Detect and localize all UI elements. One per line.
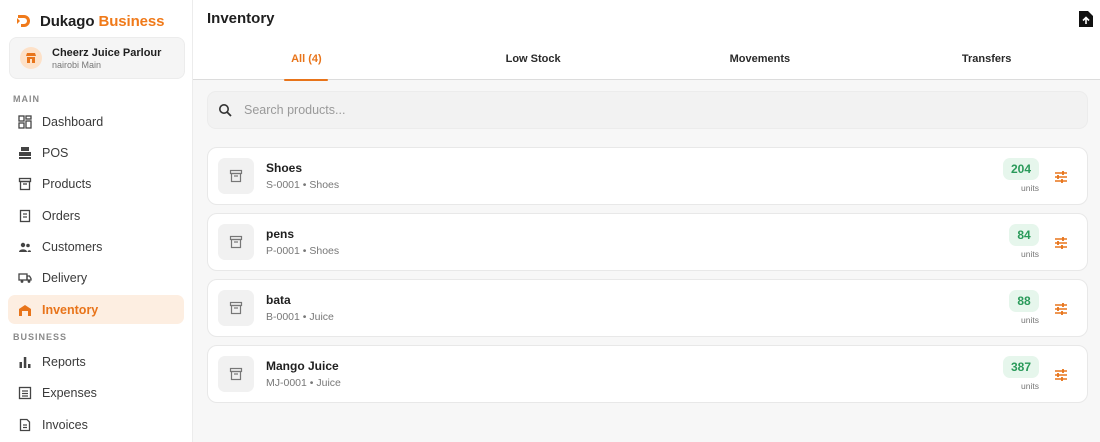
tab-bar: All (4) Low Stock Movements Transfers	[193, 46, 1100, 80]
reports-icon	[19, 356, 31, 368]
store-icon	[20, 47, 42, 69]
stock-quantity: 204 units	[1002, 158, 1039, 193]
dashboard-icon	[18, 114, 32, 129]
search-input[interactable]	[244, 103, 844, 117]
sidebar-item-expenses[interactable]: Expenses	[8, 379, 184, 408]
stock-quantity: 88 units	[1009, 290, 1039, 325]
sidebar-item-delivery[interactable]: Delivery	[8, 264, 184, 293]
stock-unit: units	[1021, 315, 1039, 325]
product-sku-category: S-0001 • Shoes	[266, 179, 340, 191]
store-branch: nairobi Main	[52, 59, 102, 70]
adjust-stock-icon[interactable]	[1053, 235, 1069, 251]
stock-unit: units	[1021, 381, 1039, 391]
product-box-icon	[218, 356, 254, 392]
app-root: Dukago Business Cheerz Juice Parlour nai…	[0, 0, 1100, 442]
delivery-icon	[18, 273, 32, 284]
adjust-stock-icon[interactable]	[1053, 169, 1069, 185]
brand-logo-icon	[17, 15, 30, 27]
export-file-icon[interactable]	[1078, 10, 1094, 28]
brand-name-part2: Business	[98, 12, 165, 30]
product-name: bata	[266, 293, 291, 307]
sidebar-item-customers[interactable]: Customers	[8, 233, 184, 262]
product-sku-category: MJ-0001 • Juice	[266, 377, 341, 389]
product-name: pens	[266, 227, 295, 241]
search-icon	[219, 104, 232, 117]
sidebar-item-label: Delivery	[42, 271, 88, 286]
tab-transfers[interactable]: Transfers	[873, 46, 1100, 80]
adjust-stock-icon[interactable]	[1053, 367, 1069, 383]
invoices-icon	[19, 418, 31, 431]
tab-all[interactable]: All (4)	[193, 46, 420, 80]
tab-movements[interactable]: Movements	[647, 46, 874, 80]
sidebar-item-products[interactable]: Products	[8, 170, 184, 199]
sidebar-item-label: Products	[42, 177, 92, 192]
main-content: Inventory All (4) Low Stock Movements Tr…	[193, 0, 1100, 442]
sidebar-item-inventory[interactable]: Inventory	[8, 295, 184, 325]
sidebar-item-pos[interactable]: POS	[8, 138, 184, 167]
brand-name: Dukago Business	[40, 13, 164, 30]
sidebar-item-label: Expenses	[42, 386, 97, 401]
product-box-icon	[218, 158, 254, 194]
store-switcher[interactable]: Cheerz Juice Parlour nairobi Main	[9, 37, 185, 79]
list-item[interactable]: Mango Juice MJ-0001 • Juice 387 units	[207, 345, 1088, 403]
topbar: Inventory All (4) Low Stock Movements Tr…	[193, 0, 1100, 80]
section-label-main: MAIN	[13, 94, 40, 104]
sidebar-item-orders[interactable]: Orders	[8, 201, 184, 230]
product-box-icon	[218, 290, 254, 326]
product-name: Shoes	[266, 161, 303, 175]
sidebar-item-dashboard[interactable]: Dashboard	[8, 107, 184, 136]
tab-low-stock[interactable]: Low Stock	[420, 46, 647, 80]
brand[interactable]: Dukago Business	[8, 0, 184, 42]
sidebar-item-label: Reports	[42, 354, 86, 369]
sidebar-item-label: Invoices	[42, 417, 88, 432]
product-sku-category: P-0001 • Shoes	[266, 245, 340, 257]
orders-icon	[19, 209, 31, 222]
list-item[interactable]: bata B-0001 • Juice 88 units	[207, 279, 1088, 337]
page-title: Inventory	[207, 10, 275, 27]
customers-icon	[19, 242, 31, 253]
stock-quantity: 387 units	[1002, 356, 1039, 391]
product-list: Shoes S-0001 • Shoes 204 units pens P-00…	[207, 147, 1088, 411]
stock-badge: 84	[1009, 224, 1039, 246]
sidebar-item-label: Dashboard	[42, 114, 104, 129]
product-sku-category: B-0001 • Juice	[266, 311, 334, 323]
sidebar-item-label: POS	[42, 145, 69, 160]
store-name: Cheerz Juice Parlour	[52, 46, 162, 59]
stock-unit: units	[1021, 249, 1039, 259]
product-name: Mango Juice	[266, 359, 339, 373]
pos-icon	[19, 146, 31, 159]
list-item[interactable]: Shoes S-0001 • Shoes 204 units	[207, 147, 1088, 205]
sidebar-item-reports[interactable]: Reports	[8, 347, 184, 376]
stock-badge: 204	[1002, 158, 1039, 180]
product-box-icon	[218, 224, 254, 260]
stock-badge: 88	[1009, 290, 1039, 312]
inventory-icon	[19, 304, 31, 316]
adjust-stock-icon[interactable]	[1053, 301, 1069, 317]
expenses-icon	[18, 387, 32, 400]
search-bar	[207, 91, 1088, 129]
sidebar-item-invoices[interactable]: Invoices	[8, 410, 184, 439]
section-label-business: BUSINESS	[13, 332, 68, 343]
stock-unit: units	[1021, 183, 1039, 193]
sidebar-item-label: Orders	[42, 208, 81, 223]
list-item[interactable]: pens P-0001 • Shoes 84 units	[207, 213, 1088, 271]
sidebar-item-label: Customers	[42, 240, 103, 255]
stock-quantity: 84 units	[1009, 224, 1039, 259]
sidebar: Dukago Business Cheerz Juice Parlour nai…	[0, 0, 193, 442]
products-icon	[18, 178, 32, 191]
sidebar-item-label: Inventory	[42, 302, 99, 317]
brand-name-part1: Dukago	[40, 12, 95, 30]
stock-badge: 387	[1002, 356, 1039, 378]
